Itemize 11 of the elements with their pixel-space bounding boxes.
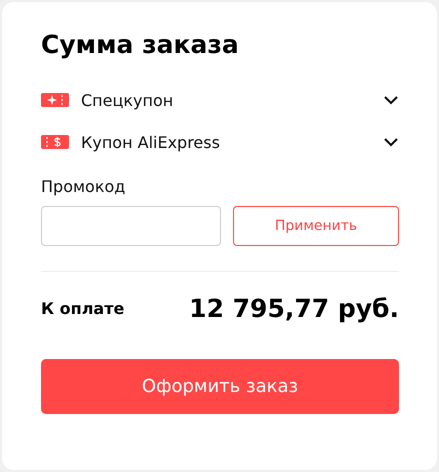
summary-title: Сумма заказа [41, 30, 239, 59]
apply-button[interactable]: Применить [233, 206, 399, 246]
promo-field[interactable] [41, 206, 221, 246]
total-label: К оплате [41, 299, 124, 318]
coupon-label: Купон AliExpress [81, 132, 221, 152]
checkout-button[interactable]: Оформить заказ [41, 359, 399, 414]
ticket-sparkle-icon [41, 91, 69, 109]
ticket-dollar-icon [41, 133, 69, 151]
coupon-label: Спецкупон [81, 90, 174, 110]
total-amount: 12 795,77 руб. [189, 294, 399, 323]
promo-label: Промокод [41, 177, 126, 196]
